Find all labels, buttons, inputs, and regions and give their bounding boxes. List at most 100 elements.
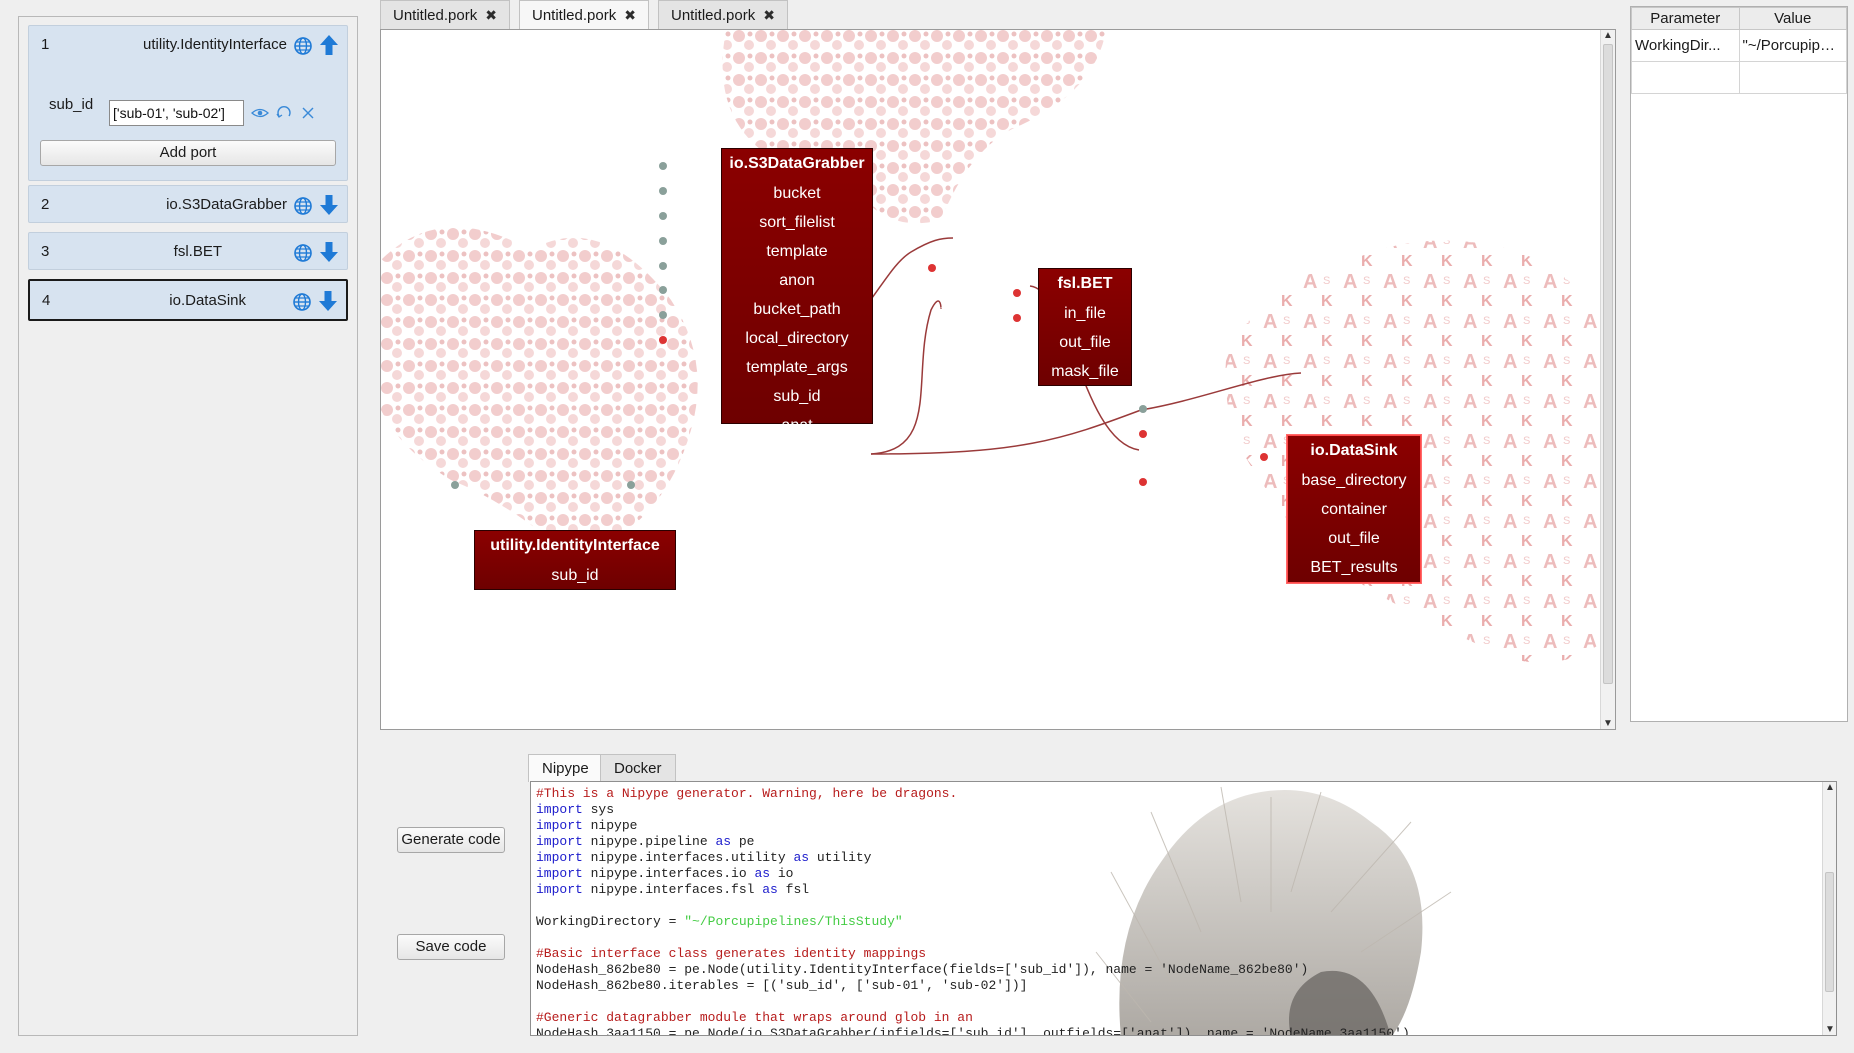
move-down-icon[interactable]	[318, 290, 338, 312]
code-comment: #Basic interface class generates identit…	[536, 946, 927, 961]
tab-untitled-2[interactable]: Untitled.pork ✖	[519, 0, 649, 29]
port-local-directory[interactable]: local_directory	[722, 324, 872, 353]
code-line: nipype	[582, 818, 638, 833]
port-out-file[interactable]: out_file	[1039, 328, 1131, 357]
tab-docker[interactable]: Docker	[600, 754, 676, 782]
code-text[interactable]: #This is a Nipype generator. Warning, he…	[536, 786, 1410, 1035]
tab-label: Untitled.pork	[532, 7, 617, 24]
code-vertical-scrollbar[interactable]: ▲ ▼	[1822, 782, 1836, 1035]
column-header-value[interactable]: Value	[1738, 7, 1847, 30]
node-list-panel: 1 utility.IdentityInterface sub_id Add p…	[18, 16, 358, 1036]
node-number: 3	[41, 243, 50, 260]
close-icon[interactable]: ✖	[485, 7, 497, 23]
node-title: utility.IdentityInterface	[490, 537, 660, 554]
tab-untitled-1[interactable]: Untitled.pork ✖	[380, 0, 510, 29]
code-line: NodeHash_862be80 = pe.Node(utility.Ident…	[536, 962, 1309, 977]
generate-code-button[interactable]: Generate code	[397, 827, 505, 853]
port-anon[interactable]: anon	[722, 266, 872, 295]
parameter-table: Parameter Value WorkingDir... "~/Porcupi…	[1630, 6, 1848, 722]
table-row[interactable]: WorkingDir... "~/Porcupipel...	[1631, 29, 1847, 62]
code-line: nipype.interfaces.utility	[582, 850, 794, 865]
port-container[interactable]: container	[1288, 495, 1420, 524]
code-line: utility	[809, 850, 872, 865]
param-name-cell[interactable]: WorkingDir...	[1631, 29, 1740, 62]
port-template[interactable]: template	[722, 237, 872, 266]
code-keyword: as	[762, 882, 778, 897]
port-template-args[interactable]: template_args	[722, 353, 872, 382]
port-sub-id[interactable]: sub_id	[722, 382, 872, 411]
graph-node-bet[interactable]: fsl.BET in_file out_file mask_file	[1038, 268, 1132, 386]
code-keyword: as	[754, 866, 771, 881]
scroll-down-icon[interactable]: ▼	[1601, 718, 1615, 729]
port-sub-id[interactable]: sub_id	[475, 561, 675, 590]
scroll-thumb[interactable]	[1825, 872, 1834, 992]
port-mask-file[interactable]: mask_file	[1039, 357, 1131, 386]
globe-icon[interactable]	[293, 243, 313, 263]
add-port-button[interactable]: Add port	[40, 140, 336, 166]
close-icon[interactable]: ✖	[763, 7, 775, 23]
tab-untitled-3[interactable]: Untitled.pork ✖	[658, 0, 788, 29]
port-bet-results[interactable]: BET_results	[1288, 553, 1420, 582]
node-title: io.S3DataGrabber	[729, 155, 865, 172]
tab-label: Untitled.pork	[671, 7, 756, 24]
empty-cell[interactable]	[1631, 61, 1740, 94]
scroll-up-icon[interactable]: ▲	[1601, 30, 1615, 41]
code-line: pe	[731, 834, 755, 849]
close-icon[interactable]: ✖	[624, 7, 636, 23]
scroll-down-icon[interactable]: ▼	[1823, 1024, 1836, 1035]
code-comment: #This is a Nipype generator. Warning, he…	[536, 786, 958, 801]
table-row-empty[interactable]	[1631, 61, 1847, 94]
port-bucket[interactable]: bucket	[722, 179, 872, 208]
code-editor[interactable]: #This is a Nipype generator. Warning, he…	[530, 781, 1837, 1036]
move-down-icon[interactable]	[319, 194, 339, 216]
port-bucket-path[interactable]: bucket_path	[722, 295, 872, 324]
canvas-vertical-scrollbar[interactable]: ▲ ▼	[1600, 30, 1615, 729]
refresh-icon[interactable]	[275, 104, 293, 122]
node-name: utility.IdentityInterface	[143, 36, 287, 53]
graph-node-s3datagrabber[interactable]: io.S3DataGrabber bucket sort_filelist te…	[721, 148, 873, 434]
port-anat[interactable]: anat	[722, 411, 872, 440]
move-up-icon[interactable]	[319, 34, 339, 56]
code-keyword: import	[536, 802, 583, 817]
code-keyword: as	[715, 834, 732, 849]
node-name: fsl.BET	[173, 243, 222, 260]
port-in-file[interactable]: in_file	[1039, 299, 1131, 328]
port-label: sub_id	[49, 96, 94, 113]
node-entry-s3datagrabber[interactable]: 2 io.S3DataGrabber	[28, 185, 348, 223]
port-base-directory[interactable]: base_directory	[1288, 466, 1420, 495]
node-title: fsl.BET	[1057, 275, 1113, 292]
globe-icon[interactable]	[293, 36, 313, 56]
globe-icon[interactable]	[292, 292, 312, 312]
node-title: io.DataSink	[1310, 442, 1398, 459]
tab-nipype[interactable]: Nipype	[528, 754, 603, 782]
eye-icon[interactable]	[251, 104, 269, 122]
globe-icon[interactable]	[293, 196, 313, 216]
sub-id-input[interactable]	[109, 100, 244, 126]
node-entry-bet[interactable]: 3 fsl.BET	[28, 232, 348, 270]
move-down-icon[interactable]	[319, 241, 339, 263]
node-entry-identity[interactable]: 1 utility.IdentityInterface sub_id Add p…	[28, 25, 348, 181]
scroll-up-icon[interactable]: ▲	[1823, 782, 1836, 793]
code-keyword: import	[536, 850, 583, 865]
remove-port-icon[interactable]	[299, 104, 317, 122]
node-number: 1	[41, 36, 50, 53]
code-line: NodeHash_862be80.iterables = [('sub_id',…	[536, 978, 1028, 993]
graph-node-identityinterface[interactable]: utility.IdentityInterface sub_id	[474, 530, 676, 590]
code-line: nipype.interfaces.fsl	[582, 882, 763, 897]
node-entry-datasink[interactable]: 4 io.DataSink	[28, 279, 348, 321]
save-code-button[interactable]: Save code	[397, 934, 505, 960]
code-line: nipype.interfaces.io	[582, 866, 755, 881]
node-name: io.DataSink	[169, 292, 246, 309]
param-value-cell[interactable]: "~/Porcupipel...	[1738, 29, 1847, 62]
code-line: nipype.pipeline	[582, 834, 716, 849]
column-header-parameter[interactable]: Parameter	[1631, 7, 1740, 30]
graph-node-datasink[interactable]: io.DataSink base_directory container out…	[1287, 435, 1421, 583]
pipeline-canvas[interactable]: A K S io.S3DataGrabber bucket	[380, 29, 1616, 730]
empty-cell[interactable]	[1738, 61, 1847, 94]
port-out-file[interactable]: out_file	[1288, 524, 1420, 553]
scroll-thumb[interactable]	[1603, 44, 1613, 684]
node-number: 2	[41, 196, 50, 213]
node-number: 4	[42, 292, 51, 309]
port-sort-filelist[interactable]: sort_filelist	[722, 208, 872, 237]
code-comment: #Generic datagrabber module that wraps a…	[536, 1010, 973, 1025]
